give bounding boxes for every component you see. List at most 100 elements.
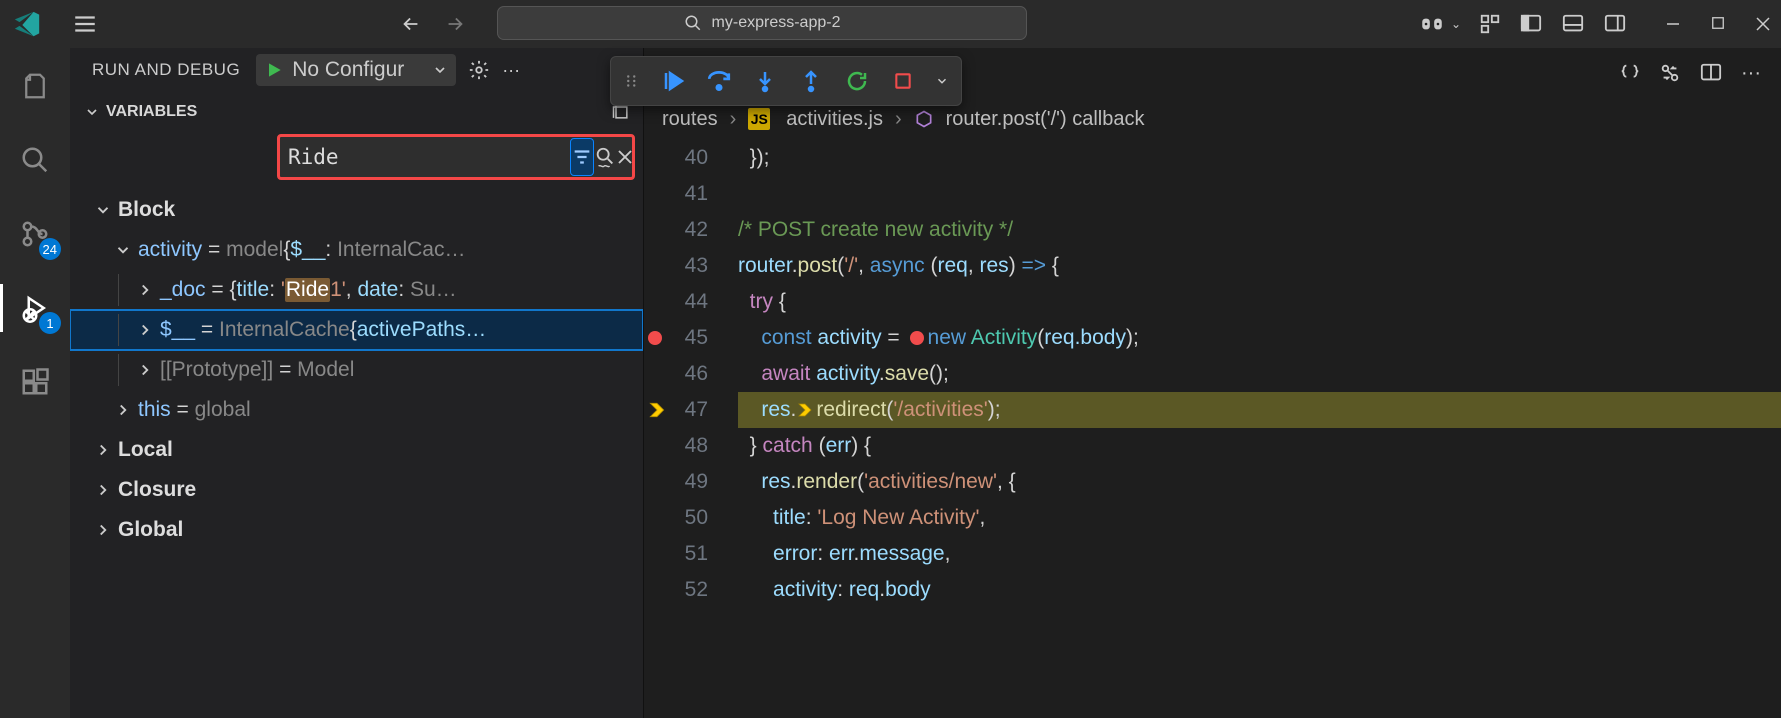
line-number: 44: [644, 284, 708, 320]
drag-handle-icon[interactable]: [623, 72, 641, 90]
close-icon[interactable]: [616, 138, 634, 176]
breadcrumb-file[interactable]: activities.js: [786, 108, 883, 131]
panel-title: RUN AND DEBUG: [92, 60, 240, 80]
step-over-icon[interactable]: [705, 67, 733, 95]
menu-icon[interactable]: [72, 11, 96, 37]
debug-view-icon[interactable]: 1: [19, 292, 51, 324]
code-line: } catch (err) {: [738, 428, 1781, 464]
variables-tree: Block activity = model {$__: InternalCac…: [70, 190, 643, 550]
scope-closure[interactable]: Closure: [70, 470, 643, 510]
search-view-icon[interactable]: [19, 144, 51, 176]
code-line: res.render('activities/new', {: [738, 464, 1781, 500]
code-line: await activity.save();: [738, 356, 1781, 392]
chevron-down-icon[interactable]: ⌄: [1451, 17, 1461, 31]
breadcrumb-symbol[interactable]: router.post('/') callback: [946, 108, 1145, 131]
layout-customize-icon[interactable]: [1479, 13, 1501, 35]
scm-badge: 24: [39, 238, 61, 260]
variables-filter-box: [277, 134, 635, 180]
command-center[interactable]: my-express-app-2: [497, 6, 1027, 40]
copilot-icon[interactable]: [1419, 11, 1445, 37]
execution-pointer-icon: [646, 400, 668, 420]
line-number: 52: [644, 572, 708, 608]
titlebar: my-express-app-2 ⌄: [0, 0, 1781, 48]
activity-bar: 24 1: [0, 48, 70, 718]
code-line: router.post('/', async (req, res) => {: [738, 248, 1781, 284]
line-number: 41: [644, 176, 708, 212]
js-file-icon: JS: [748, 108, 770, 130]
run-and-debug-sidebar: RUN AND DEBUG No Configur ··· VARIABLES …: [70, 48, 644, 718]
explorer-view-icon[interactable]: [19, 70, 51, 102]
split-editor-icon[interactable]: [1699, 62, 1723, 84]
line-number: 50: [644, 500, 708, 536]
scope-global[interactable]: Global: [70, 510, 643, 550]
scope-local[interactable]: Local: [70, 430, 643, 470]
more-icon[interactable]: ···: [502, 60, 520, 81]
code-line: [738, 176, 1781, 212]
code-line: /* POST create new activity */: [738, 212, 1781, 248]
code-editor[interactable]: 40414243444546474849505152 }); /* POST c…: [644, 140, 1781, 718]
line-number: 43: [644, 248, 708, 284]
vscode-logo-icon: [12, 9, 42, 39]
config-label: No Configur: [292, 58, 404, 82]
var-internal-cache[interactable]: $__ = InternalCache {activePaths…: [70, 310, 643, 350]
line-number: 42: [644, 212, 708, 248]
scm-view-icon[interactable]: 24: [19, 218, 51, 250]
chevron-right-icon: ›: [730, 108, 737, 131]
line-number: 51: [644, 536, 708, 572]
window-close-icon[interactable]: [1755, 16, 1771, 32]
compare-icon[interactable]: [1659, 62, 1681, 84]
line-number: 49: [644, 464, 708, 500]
var-activity[interactable]: activity = model {$__: InternalCac…: [70, 230, 643, 270]
gear-icon[interactable]: [468, 59, 490, 81]
restart-icon[interactable]: [843, 67, 871, 95]
code-line: const activity = new Activity(req.body);: [738, 320, 1781, 356]
inline-breakpoint-icon[interactable]: [910, 331, 924, 345]
var-doc[interactable]: _doc = {title: 'Ride 1', date: Su…: [70, 270, 643, 310]
variables-section-title: VARIABLES: [106, 103, 197, 121]
nav-back-icon[interactable]: [400, 13, 422, 35]
debug-config-selector[interactable]: No Configur: [256, 54, 456, 86]
code-line: error: err.message,: [738, 536, 1781, 572]
stop-icon[interactable]: [889, 67, 917, 95]
more-icon[interactable]: ···: [1741, 62, 1761, 85]
layout-panel-icon[interactable]: [1561, 13, 1585, 35]
nav-forward-icon[interactable]: [444, 13, 466, 35]
fuzzy-search-icon[interactable]: [594, 138, 616, 176]
code-line: try {: [738, 284, 1781, 320]
window-maximize-icon[interactable]: [1711, 16, 1725, 32]
command-center-text: my-express-app-2: [712, 14, 841, 32]
chevron-down-icon[interactable]: [935, 74, 949, 88]
breakpoint-icon[interactable]: [648, 331, 662, 345]
line-number: 46: [644, 356, 708, 392]
debug-badge: 1: [39, 312, 61, 334]
code-line: activity: req.body: [738, 572, 1781, 608]
code-line: });: [738, 140, 1781, 176]
line-number: 40: [644, 140, 708, 176]
layout-sidebar-left-icon[interactable]: [1519, 13, 1543, 35]
line-number: 48: [644, 428, 708, 464]
execution-pointer-inline-icon: [796, 401, 814, 419]
window-minimize-icon[interactable]: [1665, 16, 1681, 32]
chevron-down-icon[interactable]: [84, 104, 100, 120]
scope-block[interactable]: Block: [70, 190, 643, 230]
editor-group: ··· routes › JS activities.js › router.p…: [644, 48, 1781, 718]
chevron-right-icon: ›: [895, 108, 902, 131]
method-icon: [914, 109, 934, 129]
step-into-icon[interactable]: [751, 67, 779, 95]
variables-filter-input[interactable]: [280, 137, 570, 177]
step-out-icon[interactable]: [797, 67, 825, 95]
layout-sidebar-right-icon[interactable]: [1603, 13, 1627, 35]
var-prototype[interactable]: [[Prototype]] = Model: [70, 350, 643, 390]
start-debug-icon[interactable]: [264, 60, 284, 80]
code-line-current: res.redirect('/activities');: [738, 392, 1781, 428]
var-this[interactable]: this = global: [70, 390, 643, 430]
continue-icon[interactable]: [659, 67, 687, 95]
filter-mode-icon[interactable]: [570, 138, 594, 176]
chevron-down-icon[interactable]: [432, 62, 448, 78]
debug-toolbar[interactable]: [610, 56, 962, 106]
code-line: title: 'Log New Activity',: [738, 500, 1781, 536]
extensions-view-icon[interactable]: [19, 366, 51, 398]
braces-icon[interactable]: [1619, 62, 1641, 84]
search-icon: [684, 14, 702, 32]
breadcrumb-folder[interactable]: routes: [662, 108, 718, 131]
